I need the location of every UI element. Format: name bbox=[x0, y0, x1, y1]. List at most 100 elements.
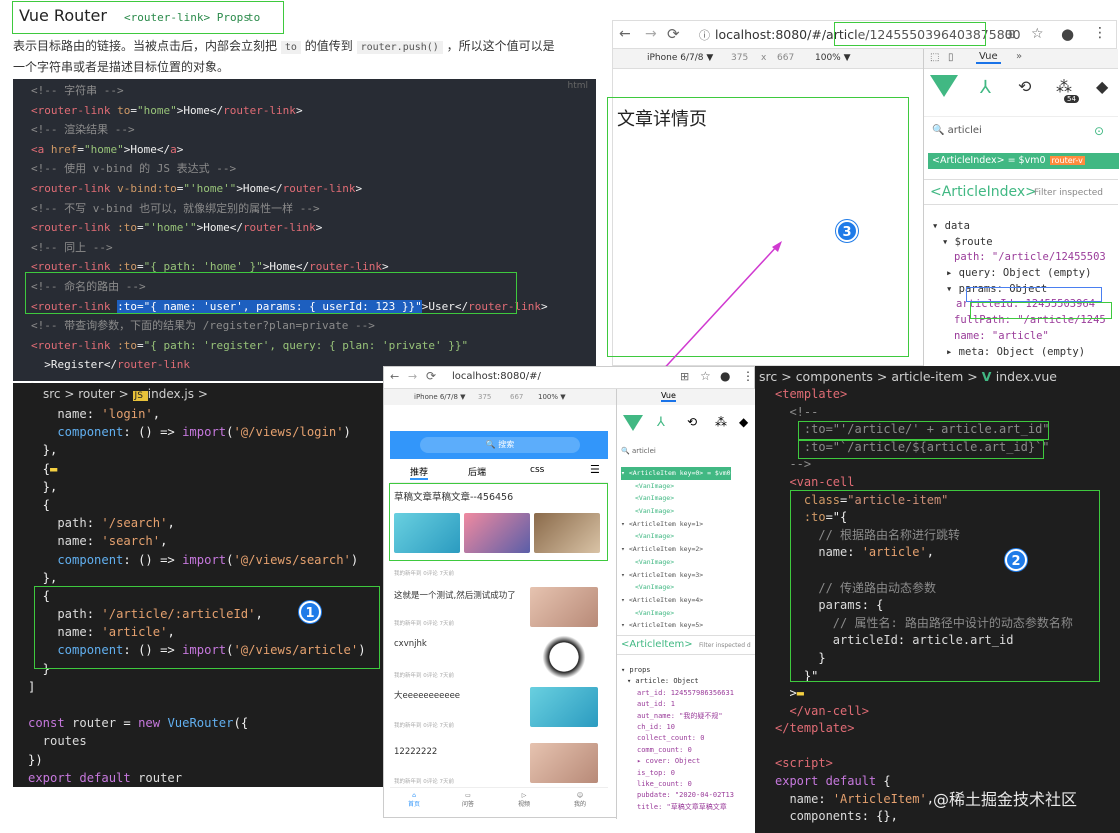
reload-icon[interactable]: ⟳ bbox=[667, 25, 680, 43]
reload-icon[interactable]: ⟳ bbox=[426, 369, 436, 383]
tree-node[interactable]: <VanImage> bbox=[621, 607, 731, 620]
star-icon[interactable]: ☆ bbox=[1031, 26, 1044, 42]
tree-node[interactable]: ▾ article: Object bbox=[621, 676, 734, 687]
device-height[interactable]: 667 bbox=[777, 53, 794, 63]
tree-node[interactable]: <VanImage> bbox=[621, 505, 731, 518]
zoom-select[interactable]: 100% ▼ bbox=[815, 53, 851, 63]
tab-backend[interactable]: 后端 bbox=[468, 465, 486, 478]
zoom-select[interactable]: 100% ▼ bbox=[538, 393, 566, 401]
profile-icon[interactable]: ● bbox=[720, 369, 730, 383]
nav-me[interactable]: ☺ 我的 bbox=[574, 792, 586, 808]
history-icon[interactable]: ⟲ bbox=[687, 415, 697, 429]
tree-node[interactable]: ▾ data bbox=[932, 219, 1106, 235]
tree-node[interactable]: <VanImage> bbox=[621, 581, 731, 594]
code-line: <script> bbox=[775, 756, 833, 771]
file-type-icon[interactable]: JS bbox=[132, 391, 148, 401]
props-tree: ▾ props ▾ article: Object art_id: 12455798… bbox=[621, 665, 734, 813]
tab-vue[interactable]: Vue bbox=[661, 391, 676, 402]
more-tabs-icon[interactable]: » bbox=[1016, 51, 1022, 62]
profile-icon[interactable]: ● bbox=[1061, 25, 1074, 43]
tree-node[interactable]: title: "草稿文章草稿文章 bbox=[621, 802, 734, 813]
tree-node[interactable]: <VanImage> bbox=[621, 480, 731, 493]
breadcrumb-item[interactable]: components bbox=[796, 369, 877, 384]
tree-node[interactable]: ▾ <ArticleItem key=4> bbox=[621, 594, 731, 607]
breadcrumb-item[interactable]: src bbox=[43, 387, 64, 401]
breadcrumb-item[interactable]: src bbox=[759, 369, 781, 384]
tab-css[interactable]: css bbox=[530, 465, 544, 475]
tree-node[interactable]: ▾ <ArticleItem key=0> = $vm0 bbox=[621, 467, 731, 480]
article-title-3[interactable]: 大eeeeeeeeeee bbox=[394, 689, 460, 701]
forward-icon[interactable]: → bbox=[645, 26, 657, 42]
device-width[interactable]: 375 bbox=[478, 393, 491, 401]
search-button[interactable]: 🔍 搜索 bbox=[420, 437, 580, 453]
tree-node[interactable]: ▾ <ArticleItem key=5> bbox=[621, 619, 731, 632]
article-title-1[interactable]: 这就是一个测试,然后测试成功了 bbox=[394, 589, 516, 601]
tree-node[interactable]: <VanImage> bbox=[621, 530, 731, 543]
tree-node[interactable]: is_top: 0 bbox=[621, 768, 734, 779]
nav-qa[interactable]: ▭ 问答 bbox=[462, 792, 474, 808]
router-icon[interactable]: ◆ bbox=[739, 415, 748, 429]
tree-node[interactable]: name: "article" bbox=[932, 329, 1106, 345]
filter-input[interactable]: Filter inspected bbox=[1034, 188, 1103, 198]
tree-node[interactable]: collect_count: 0 bbox=[621, 733, 734, 744]
comp-search[interactable]: 🔍 articlei bbox=[621, 447, 656, 455]
file-type-icon[interactable]: V bbox=[982, 369, 996, 384]
tree-node[interactable]: ▾ <ArticleItem key=1> bbox=[621, 518, 731, 531]
translate-icon[interactable]: ⊞ bbox=[680, 370, 689, 383]
back-icon[interactable]: ← bbox=[390, 370, 399, 383]
article-title-2[interactable]: cxvnjhk bbox=[394, 639, 427, 649]
select-target-icon[interactable]: ⊙ bbox=[1094, 124, 1104, 138]
tree-node[interactable]: aut_name: "我的疑不规" bbox=[621, 711, 734, 722]
tree-node[interactable]: ▸ cover: Object bbox=[621, 756, 734, 767]
url-bar[interactable]: localhost:8080/#/ bbox=[452, 371, 541, 382]
breadcrumb-item[interactable]: article-item bbox=[891, 369, 967, 384]
filter-input[interactable]: Filter inspected d bbox=[699, 642, 751, 649]
device-height[interactable]: 667 bbox=[510, 393, 523, 401]
router-icon[interactable]: ◆ bbox=[1096, 77, 1108, 96]
tree-node[interactable]: ▾ $route bbox=[932, 235, 1106, 251]
history-icon[interactable]: ⟲ bbox=[1018, 77, 1031, 96]
device-select[interactable]: iPhone 6/7/8 ▼ bbox=[414, 393, 466, 401]
menu-icon[interactable]: ⋮ bbox=[1093, 25, 1107, 41]
hamburger-icon[interactable]: ☰ bbox=[590, 463, 600, 476]
tree-node[interactable]: <VanImage> bbox=[621, 492, 731, 505]
tree-node[interactable]: comm_count: 0 bbox=[621, 745, 734, 756]
translate-icon[interactable]: ⊞ bbox=[1005, 27, 1015, 41]
device-icon[interactable]: ▯ bbox=[948, 52, 954, 63]
inspect-icon[interactable]: ⬚ bbox=[930, 52, 939, 63]
tree-node[interactable]: ▾ props bbox=[621, 665, 734, 676]
tree-node[interactable]: like_count: 0 bbox=[621, 779, 734, 790]
tree-node[interactable]: ch_id: 10 bbox=[621, 722, 734, 733]
forward-icon[interactable]: → bbox=[408, 370, 417, 383]
components-icon[interactable]: ⅄ bbox=[980, 77, 991, 98]
tree-node[interactable]: ▾ <ArticleItem key=2> bbox=[621, 543, 731, 556]
breadcrumb-item[interactable]: index.js bbox=[148, 387, 198, 401]
tab-recommend[interactable]: 推荐 bbox=[410, 465, 429, 480]
tree-node[interactable]: aut_id: 1 bbox=[621, 699, 734, 710]
tree-node[interactable]: <VanImage> bbox=[621, 556, 731, 569]
article-title-4[interactable]: 12222222 bbox=[394, 747, 437, 757]
devtools-tabs-2: Vue bbox=[617, 389, 756, 405]
tree-node[interactable]: art_id: 124557986356631 bbox=[621, 688, 734, 699]
nav-home[interactable]: ⌂ 首页 bbox=[408, 792, 420, 808]
tree-node[interactable]: pubdate: "2020-04-02T13 bbox=[621, 790, 734, 801]
vuex-icon[interactable]: ⁂ bbox=[715, 415, 727, 429]
device-width[interactable]: 375 bbox=[731, 53, 748, 63]
star-icon[interactable]: ☆ bbox=[700, 369, 711, 383]
device-select[interactable]: iPhone 6/7/8 ▼ bbox=[647, 53, 713, 63]
components-icon[interactable]: ⅄ bbox=[657, 415, 665, 430]
back-icon[interactable]: ← bbox=[619, 26, 631, 42]
tree-node[interactable]: ▸ query: Object (empty) bbox=[932, 266, 1106, 282]
tree-node[interactable]: ▸ meta: Object (empty) bbox=[932, 345, 1106, 361]
vuex-icon[interactable]: ⁂ bbox=[1056, 77, 1072, 96]
tree-node[interactable]: path: "/article/12455503 bbox=[932, 250, 1106, 266]
breadcrumb-item[interactable]: router bbox=[78, 387, 118, 401]
tab-vue[interactable]: Vue bbox=[976, 51, 1001, 64]
nav-video[interactable]: ▷ 视频 bbox=[518, 792, 530, 808]
selected-component-row[interactable]: <ArticleIndex> = $vm0 router-v bbox=[928, 153, 1119, 169]
menu-icon[interactable]: ⋮ bbox=[742, 369, 754, 383]
tree-node[interactable]: ▾ <ArticleItem key=3> bbox=[621, 569, 731, 582]
comp-search[interactable]: 🔍 articlei bbox=[932, 125, 982, 136]
breadcrumb-item[interactable]: index.vue bbox=[996, 369, 1061, 384]
chevron-right-icon: > bbox=[876, 369, 892, 384]
